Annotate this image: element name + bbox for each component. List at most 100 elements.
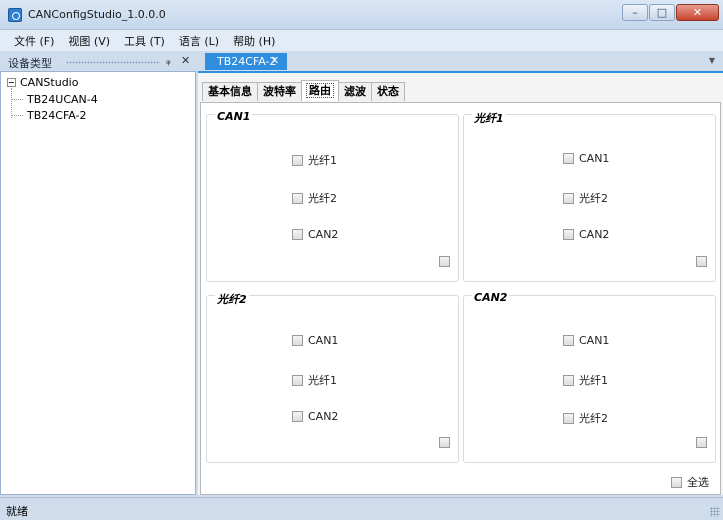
status-text: 就绪 <box>6 505 28 518</box>
menu-tools[interactable]: 工具 (T) <box>124 33 165 49</box>
menu-bar: 文件 (F) 视图 (V) 工具 (T) 语言 (L) 帮助 (H) <box>0 30 723 51</box>
checkbox-fiber2-fiber1[interactable]: 光纤1 <box>292 372 337 388</box>
checkbox-box[interactable] <box>292 411 303 422</box>
tree-connector <box>11 99 23 100</box>
checkbox-box[interactable] <box>292 192 303 204</box>
checkbox-can2-fiber1[interactable]: 光纤1 <box>563 372 608 388</box>
tab-filter[interactable]: 滤波 <box>338 82 372 101</box>
tree-root-label: CANStudio <box>20 76 79 89</box>
group-fiber1: 光纤1 CAN1 光纤2 CAN2 <box>463 110 716 282</box>
title-bar: CANConfigStudio_1.0.0.0 – □ ✕ <box>0 0 723 30</box>
resize-grip-icon[interactable] <box>710 507 720 517</box>
menu-file[interactable]: 文件 (F) <box>14 33 54 49</box>
routing-panel: CAN1 光纤1 光纤2 CAN2 光纤1 CAN1 光纤2 CAN2 光纤2 … <box>200 102 721 495</box>
window-title: CANConfigStudio_1.0.0.0 <box>28 8 166 21</box>
checkbox-box[interactable] <box>563 412 574 424</box>
checkbox-box[interactable] <box>292 335 303 346</box>
checkbox-fiber2-can1[interactable]: CAN1 <box>292 334 338 347</box>
checkbox-box[interactable] <box>292 374 303 386</box>
tab-label: 基本信息 <box>208 85 252 98</box>
checkbox-box[interactable] <box>563 335 574 346</box>
device-panel-header: 设备类型 ᵩ ✕ <box>0 53 196 70</box>
panel-close-icon[interactable]: ✕ <box>181 54 190 67</box>
checkbox-fiber1-fiber2[interactable]: 光纤2 <box>563 190 608 206</box>
menu-language[interactable]: 语言 (L) <box>179 33 219 49</box>
group-select-all-checkbox[interactable] <box>439 437 450 448</box>
document-tab-label: TB24CFA-2 <box>217 55 277 68</box>
checkbox-box[interactable] <box>563 153 574 164</box>
checkbox-can2-can1[interactable]: CAN1 <box>563 334 609 347</box>
tree-root-item[interactable]: CANStudio <box>7 76 78 89</box>
menu-view[interactable]: 视图 (V) <box>68 33 110 49</box>
group-select-all-checkbox[interactable] <box>696 256 707 267</box>
checkbox-label: 光纤1 <box>308 374 337 387</box>
menu-help[interactable]: 帮助 (H) <box>233 33 275 49</box>
minimize-button[interactable]: – <box>622 4 648 21</box>
checkbox-label: 光纤1 <box>579 374 608 387</box>
checkbox-label: 光纤1 <box>308 154 337 167</box>
checkbox-label: CAN2 <box>579 228 610 241</box>
tree-item-label: TB24CFA-2 <box>27 109 87 122</box>
tab-list-dropdown-icon[interactable]: ▼ <box>709 56 715 65</box>
tab-baud-rate[interactable]: 波特率 <box>257 82 302 101</box>
checkbox-box[interactable] <box>292 154 303 166</box>
tab-label: 滤波 <box>344 85 366 98</box>
checkbox-box[interactable] <box>292 229 303 240</box>
checkbox-label: 光纤2 <box>579 412 608 425</box>
group-title: CAN2 <box>472 291 510 304</box>
minimize-icon: – <box>632 6 638 19</box>
tree-item-tb24cfa[interactable]: TB24CFA-2 <box>11 109 87 122</box>
tab-basic-info[interactable]: 基本信息 <box>202 82 258 101</box>
group-title: 光纤1 <box>472 110 506 126</box>
panel-drag-grip[interactable] <box>66 61 160 64</box>
document-tab[interactable]: TB24CFA-2 ✕ <box>205 53 287 70</box>
checkbox-box[interactable] <box>671 476 682 488</box>
checkbox-can2-fiber2[interactable]: 光纤2 <box>563 410 608 426</box>
tab-status[interactable]: 状态 <box>371 82 405 101</box>
document-tab-bar: TB24CFA-2 ✕ ▼ <box>198 53 723 70</box>
checkbox-box[interactable] <box>563 374 574 386</box>
checkbox-box[interactable] <box>563 192 574 204</box>
checkbox-label: CAN1 <box>579 334 610 347</box>
group-select-all-checkbox[interactable] <box>696 437 707 448</box>
tab-routing[interactable]: 路由 <box>301 80 339 101</box>
checkbox-label: 光纤2 <box>308 192 337 205</box>
tree-connector <box>11 115 23 116</box>
checkbox-label: CAN1 <box>579 152 610 165</box>
checkbox-can1-can2[interactable]: CAN2 <box>292 228 338 241</box>
tab-close-icon[interactable]: ✕ <box>270 54 279 67</box>
status-bar: 就绪 <box>0 497 723 520</box>
device-tree: CANStudio TB24UCAN-4 TB24CFA-2 <box>0 71 196 495</box>
checkbox-fiber1-can1[interactable]: CAN1 <box>563 152 609 165</box>
group-can1: CAN1 光纤1 光纤2 CAN2 <box>206 110 459 282</box>
app-gear-icon <box>8 8 22 22</box>
pin-icon[interactable]: ᵩ <box>166 54 171 67</box>
maximize-button[interactable]: □ <box>649 4 675 21</box>
checkbox-can1-fiber1[interactable]: 光纤1 <box>292 152 337 168</box>
checkbox-box[interactable] <box>563 229 574 240</box>
tab-label: 路由 <box>306 83 334 98</box>
document-area: 基本信息 波特率 路由 滤波 状态 CAN1 光纤1 光纤2 CAN2 光纤1 … <box>198 71 723 495</box>
close-button[interactable]: ✕ <box>676 4 719 21</box>
checkbox-label: CAN2 <box>308 410 339 423</box>
tab-label: 状态 <box>377 85 399 98</box>
collapse-icon[interactable] <box>7 78 16 87</box>
tree-item-tb24ucan[interactable]: TB24UCAN-4 <box>11 93 98 106</box>
tab-label: 波特率 <box>263 85 296 98</box>
select-all-checkbox[interactable]: 全选 <box>671 474 709 490</box>
select-all-label: 全选 <box>687 476 709 489</box>
group-select-all-checkbox[interactable] <box>439 256 450 267</box>
checkbox-fiber1-can2[interactable]: CAN2 <box>563 228 609 241</box>
checkbox-can1-fiber2[interactable]: 光纤2 <box>292 190 337 206</box>
tree-item-label: TB24UCAN-4 <box>27 93 98 106</box>
group-can2: CAN2 CAN1 光纤1 光纤2 <box>463 291 716 463</box>
checkbox-label: 光纤2 <box>579 192 608 205</box>
close-icon: ✕ <box>692 6 703 19</box>
checkbox-fiber2-can2[interactable]: CAN2 <box>292 410 338 423</box>
group-fiber2: 光纤2 CAN1 光纤1 CAN2 <box>206 291 459 463</box>
checkbox-label: CAN1 <box>308 334 339 347</box>
checkbox-label: CAN2 <box>308 228 339 241</box>
group-title: CAN1 <box>215 110 253 123</box>
maximize-icon: □ <box>656 6 668 19</box>
window-controls: – □ ✕ <box>622 4 719 21</box>
